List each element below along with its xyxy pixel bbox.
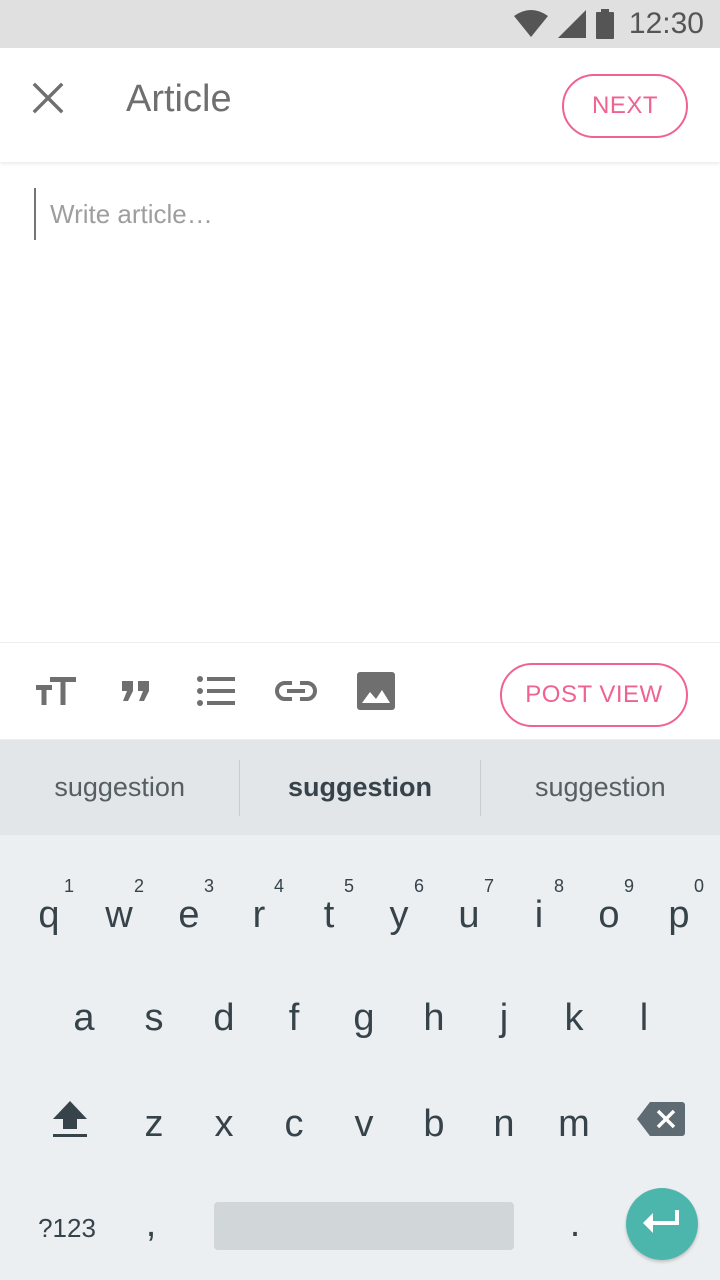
key-hint: 6 <box>413 876 424 896</box>
comma-key[interactable]: , <box>116 1188 186 1260</box>
suggestion-strip: suggestion suggestion suggestion <box>0 740 720 835</box>
key-label: p <box>668 893 690 936</box>
key-hint: 7 <box>483 876 494 896</box>
text-cursor <box>34 188 36 240</box>
key-s[interactable]: s <box>119 982 189 1054</box>
enter-icon <box>642 1208 682 1241</box>
image-icon <box>357 671 395 715</box>
key-n[interactable]: n <box>469 1088 539 1160</box>
article-editor <box>0 162 720 642</box>
key-l[interactable]: l <box>609 982 679 1054</box>
close-button[interactable] <box>20 72 76 128</box>
backspace-icon <box>636 1101 686 1147</box>
link-button[interactable] <box>268 665 324 721</box>
status-icons: 12:30 <box>513 0 704 48</box>
soft-keyboard: suggestion suggestion suggestion q 1 w 2… <box>0 740 720 1280</box>
key-w[interactable]: w 2 <box>84 876 154 950</box>
quote-icon <box>120 679 152 708</box>
key-label: w <box>105 893 133 936</box>
format-toolbar: POST VIEW <box>0 642 720 740</box>
key-k[interactable]: k <box>539 982 609 1054</box>
space-key[interactable] <box>214 1202 514 1250</box>
shift-key[interactable] <box>34 1088 106 1160</box>
key-p[interactable]: p 0 <box>644 876 714 950</box>
key-label: y <box>389 893 409 936</box>
key-hint: 1 <box>63 876 74 896</box>
article-input[interactable] <box>50 192 690 236</box>
next-button[interactable]: NEXT <box>562 74 688 138</box>
key-e[interactable]: e 3 <box>154 876 224 950</box>
quote-button[interactable] <box>108 665 164 721</box>
key-hint: 0 <box>693 876 704 896</box>
key-z[interactable]: z <box>119 1088 189 1160</box>
status-time: 12:30 <box>628 7 704 40</box>
text-size-icon <box>36 675 76 712</box>
suggestion-right[interactable]: suggestion <box>481 760 720 816</box>
key-u[interactable]: u 7 <box>434 876 504 950</box>
link-icon <box>275 679 317 708</box>
key-a[interactable]: a <box>49 982 119 1054</box>
key-t[interactable]: t 5 <box>294 876 364 950</box>
shift-icon <box>51 1099 89 1149</box>
key-label: q <box>38 893 60 936</box>
list-icon <box>197 675 235 711</box>
key-q[interactable]: q 1 <box>14 876 84 950</box>
battery-icon <box>595 9 615 39</box>
post-view-button[interactable]: POST VIEW <box>500 663 688 727</box>
page-title: Article <box>126 78 232 120</box>
key-hint: 5 <box>343 876 354 896</box>
suggestion-left[interactable]: suggestion <box>0 760 239 816</box>
suggestion-center[interactable]: suggestion <box>240 760 479 816</box>
cell-signal-icon <box>557 9 587 39</box>
key-label: t <box>323 893 335 936</box>
key-c[interactable]: c <box>259 1088 329 1160</box>
key-m[interactable]: m <box>539 1088 609 1160</box>
key-label: i <box>534 893 544 936</box>
enter-key[interactable] <box>626 1188 698 1260</box>
key-b[interactable]: b <box>399 1088 469 1160</box>
key-hint: 9 <box>623 876 634 896</box>
status-bar: 12:30 <box>0 0 720 48</box>
backspace-key[interactable] <box>622 1088 700 1160</box>
key-label: u <box>458 893 480 936</box>
key-label: e <box>178 893 200 936</box>
key-label: o <box>598 893 620 936</box>
key-x[interactable]: x <box>189 1088 259 1160</box>
app-bar: Article NEXT <box>0 48 720 162</box>
key-label: r <box>252 893 266 936</box>
key-hint: 8 <box>553 876 564 896</box>
key-hint: 4 <box>273 876 284 896</box>
key-f[interactable]: f <box>259 982 329 1054</box>
close-icon <box>32 82 64 119</box>
key-g[interactable]: g <box>329 982 399 1054</box>
image-button[interactable] <box>348 665 404 721</box>
key-h[interactable]: h <box>399 982 469 1054</box>
key-v[interactable]: v <box>329 1088 399 1160</box>
list-button[interactable] <box>188 665 244 721</box>
text-size-button[interactable] <box>28 665 84 721</box>
key-r[interactable]: r 4 <box>224 876 294 950</box>
key-hint: 3 <box>203 876 214 896</box>
key-hint: 2 <box>133 876 144 896</box>
symbols-key[interactable]: ?123 <box>22 1192 112 1264</box>
wifi-icon <box>513 10 549 38</box>
key-i[interactable]: i 8 <box>504 876 574 950</box>
key-y[interactable]: y 6 <box>364 876 434 950</box>
period-key[interactable]: . <box>540 1188 610 1260</box>
key-j[interactable]: j <box>469 982 539 1054</box>
key-d[interactable]: d <box>189 982 259 1054</box>
key-o[interactable]: o 9 <box>574 876 644 950</box>
